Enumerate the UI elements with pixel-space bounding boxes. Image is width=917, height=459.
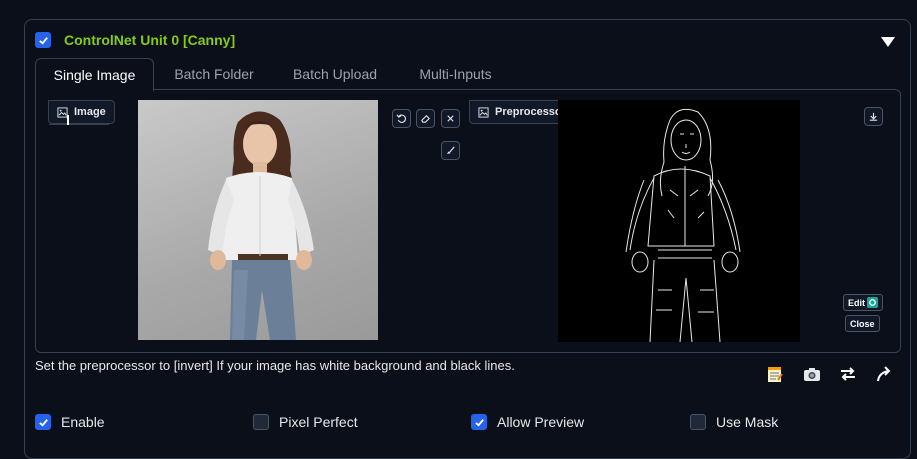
woman-photo-illustration — [208, 111, 314, 340]
input-image[interactable] — [138, 100, 378, 340]
tab-multi-inputs[interactable]: Multi-Inputs — [403, 58, 508, 90]
pixel-perfect-checkbox[interactable] — [253, 414, 269, 430]
check-icon — [474, 418, 484, 427]
triangle-down-icon[interactable] — [881, 37, 895, 47]
download-button[interactable] — [864, 107, 883, 126]
eraser-icon — [421, 114, 430, 123]
use-mask-checkbox[interactable] — [690, 414, 706, 430]
image-label-text: Image — [74, 106, 106, 118]
download-icon — [869, 112, 878, 121]
canny-edge-illustration — [625, 108, 741, 342]
brush-icon — [446, 146, 455, 155]
allow-preview-label: Allow Preview — [497, 414, 585, 430]
tab-bar: Single Image Batch Folder Batch Upload M… — [35, 58, 901, 91]
brush-button[interactable] — [441, 141, 460, 160]
close-icon — [447, 115, 454, 122]
label-underline — [49, 124, 109, 125]
enable-checkbox[interactable] — [35, 414, 51, 430]
close-preview-button[interactable]: Close — [845, 315, 880, 332]
pixel-perfect-option[interactable]: Pixel Perfect — [253, 414, 358, 430]
pixel-perfect-label: Pixel Perfect — [279, 414, 358, 430]
tab-batch-upload[interactable]: Batch Upload — [279, 58, 391, 90]
undo-icon — [396, 114, 406, 123]
preprocessor-hint: Set the preprocessor to [invert] If your… — [35, 358, 515, 373]
check-icon — [38, 418, 48, 427]
eraser-button[interactable] — [416, 109, 435, 128]
use-mask-option[interactable]: Use Mask — [690, 414, 778, 430]
allow-preview-checkbox[interactable] — [471, 414, 487, 430]
camera-icon — [804, 368, 820, 381]
image-icon — [478, 106, 489, 118]
edit-preview-button[interactable]: Edit — [843, 294, 883, 311]
close-label: Close — [850, 318, 875, 329]
unit-title[interactable]: ControlNet Unit 0 [Canny] — [64, 32, 235, 48]
notepad-icon — [768, 367, 783, 382]
image-label: Image — [48, 100, 115, 124]
notepad-button[interactable] — [765, 364, 785, 384]
send-button[interactable] — [874, 364, 894, 384]
photopea-icon — [867, 297, 878, 308]
edit-label: Edit — [848, 297, 865, 308]
clear-image-button[interactable] — [441, 109, 460, 128]
unit-enable-checkbox[interactable] — [35, 32, 51, 48]
tab-single-image[interactable]: Single Image — [35, 58, 154, 91]
text-cursor-icon — [67, 115, 69, 125]
enable-label: Enable — [61, 414, 105, 430]
use-mask-label: Use Mask — [716, 414, 779, 430]
swap-icon — [841, 367, 855, 381]
swap-button[interactable] — [838, 364, 858, 384]
preprocessor-preview-image — [558, 100, 800, 342]
undo-button[interactable] — [392, 109, 411, 128]
enable-option[interactable]: Enable — [35, 414, 105, 430]
allow-preview-option[interactable]: Allow Preview — [471, 414, 584, 430]
camera-button[interactable] — [802, 364, 822, 384]
send-arrow-icon — [877, 366, 891, 382]
check-icon — [38, 36, 48, 45]
tab-batch-folder[interactable]: Batch Folder — [160, 58, 268, 90]
